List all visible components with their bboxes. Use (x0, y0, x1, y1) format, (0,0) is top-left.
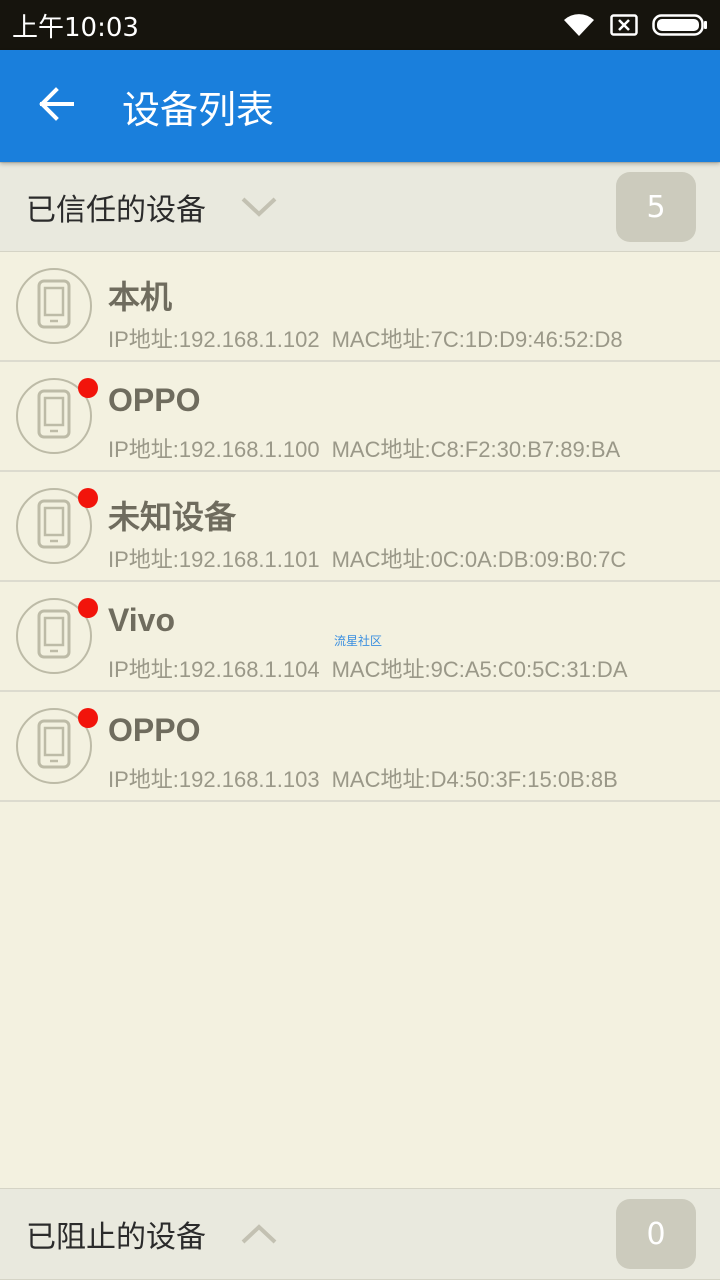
battery-icon (652, 14, 708, 36)
mac-address: 0C:0A:DB:09:B0:7C (430, 547, 627, 572)
device-name: OPPO (108, 382, 201, 418)
ip-address: 192.168.1.104 (178, 657, 320, 682)
ip-label: IP地址: (108, 767, 179, 792)
app-bar: 设备列表 (0, 50, 720, 162)
phone-icon (36, 719, 72, 773)
new-device-dot (78, 488, 98, 508)
device-info: IP地址:192.168.1.100 MAC地址:C8:F2:30:B7:89:B… (108, 432, 620, 464)
device-name: OPPO (108, 712, 201, 748)
section-title: 已信任的设备 (26, 193, 206, 228)
device-name: 未知设备 (108, 499, 237, 535)
ip-address: 192.168.1.100 (178, 437, 320, 462)
ip-label: IP地址: (108, 657, 179, 682)
list-item[interactable]: 未知设备 IP地址:192.168.1.101 MAC地址:0C:0A:DB:09… (0, 472, 720, 582)
chevron-up-icon (240, 1223, 278, 1245)
new-device-dot (78, 708, 98, 728)
page-title: 设备列表 (122, 87, 275, 132)
phone-icon (36, 389, 72, 443)
mac-address: D4:50:3F:15:0B:8B (430, 767, 618, 792)
mac-label: MAC地址: (331, 437, 431, 462)
ip-address: 192.168.1.101 (178, 547, 320, 572)
new-device-dot (78, 378, 98, 398)
phone-icon (36, 279, 72, 333)
status-bar: 上午10:03 (0, 0, 720, 50)
watermark-text: 流星社区 (334, 634, 383, 648)
status-icons (562, 12, 708, 38)
ip-label: IP地址: (108, 327, 179, 352)
status-time: 上午10:03 (12, 12, 139, 43)
ip-label: IP地址: (108, 547, 179, 572)
mac-label: MAC地址: (331, 547, 431, 572)
device-info: IP地址:192.168.1.104 MAC地址:9C:A5:C0:5C:31:D… (108, 652, 628, 684)
count-badge: 5 (616, 172, 696, 242)
phone-icon (36, 609, 72, 663)
blocked-devices-header[interactable]: 已阻止的设备 0 (0, 1188, 720, 1280)
avatar (16, 268, 92, 344)
mac-label: MAC地址: (331, 657, 431, 682)
wifi-icon (562, 12, 596, 38)
mac-address: 7C:1D:D9:46:52:D8 (430, 327, 623, 352)
back-button[interactable] (0, 50, 112, 162)
mac-address: 9C:A5:C0:5C:31:DA (430, 657, 628, 682)
mac-address: C8:F2:30:B7:89:BA (430, 437, 621, 462)
mac-label: MAC地址: (331, 767, 431, 792)
device-name: 本机 (108, 279, 173, 315)
device-info: IP地址:192.168.1.102 MAC地址:7C:1D:D9:46:52:D… (108, 322, 623, 354)
trusted-devices-header[interactable]: 已信任的设备 5 (0, 162, 720, 252)
sim-x-icon (610, 14, 638, 36)
list-item[interactable]: OPPO IP地址:192.168.1.100 MAC地址:C8:F2:30:B7… (0, 362, 720, 472)
device-info: IP地址:192.168.1.103 MAC地址:D4:50:3F:15:0B:8… (108, 762, 618, 794)
device-list: 本机 IP地址:192.168.1.102 MAC地址:7C:1D:D9:46:5… (0, 252, 720, 802)
new-device-dot (78, 598, 98, 618)
ip-address: 192.168.1.102 (178, 327, 320, 352)
mac-label: MAC地址: (331, 327, 431, 352)
chevron-down-icon (240, 196, 278, 218)
list-item[interactable]: 本机 IP地址:192.168.1.102 MAC地址:7C:1D:D9:46:5… (0, 252, 720, 362)
device-info: IP地址:192.168.1.101 MAC地址:0C:0A:DB:09:B0:7… (108, 542, 626, 574)
count-badge: 0 (616, 1199, 696, 1269)
phone-icon (36, 499, 72, 553)
list-item[interactable]: OPPO IP地址:192.168.1.103 MAC地址:D4:50:3F:15… (0, 692, 720, 802)
arrow-left-icon (36, 86, 76, 126)
section-title: 已阻止的设备 (26, 1220, 206, 1255)
ip-address: 192.168.1.103 (178, 767, 320, 792)
device-name: Vivo (108, 602, 175, 638)
ip-label: IP地址: (108, 437, 179, 462)
